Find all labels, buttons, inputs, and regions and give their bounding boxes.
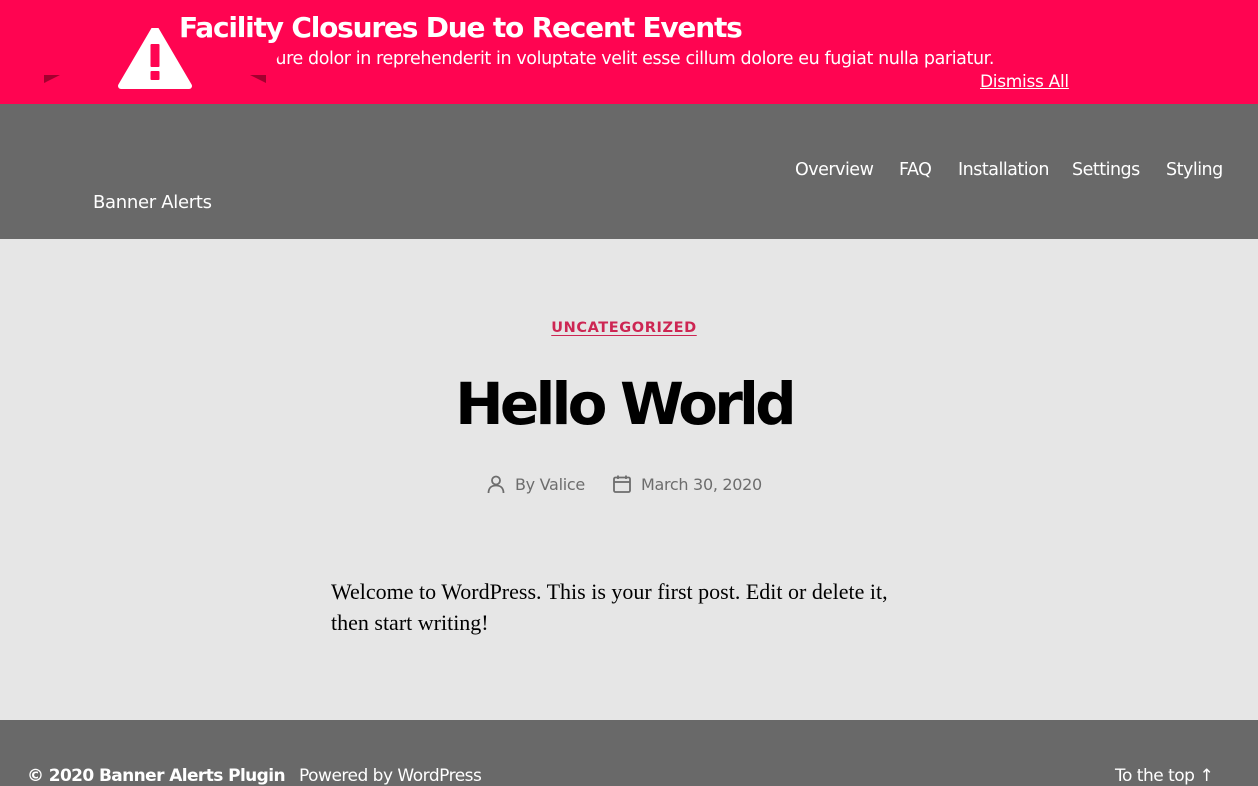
calendar-icon bbox=[613, 475, 631, 493]
post-date-link[interactable]: March 30, 2020 bbox=[641, 475, 762, 494]
post-body: Welcome to WordPress. This is your first… bbox=[331, 579, 888, 635]
nav-item-styling[interactable]: Styling bbox=[1166, 160, 1223, 180]
author-link[interactable]: Valice bbox=[540, 475, 586, 494]
site-header bbox=[0, 104, 1258, 239]
nav-item-faq[interactable]: FAQ bbox=[899, 160, 932, 180]
alert-body: Duis aute irure dolor in reprehenderit i… bbox=[179, 49, 994, 69]
to-top-label: To the top bbox=[1115, 766, 1195, 786]
powered-by-link[interactable]: Powered by WordPress bbox=[299, 766, 482, 786]
author-prefix: By bbox=[515, 475, 535, 494]
dismiss-all-link[interactable]: Dismiss All bbox=[980, 72, 1069, 92]
to-the-top-link[interactable]: To the top ↑ bbox=[1115, 766, 1214, 786]
nav-item-overview[interactable]: Overview bbox=[795, 160, 874, 180]
post-category: UNCATEGORIZED bbox=[0, 320, 1248, 336]
nav-item-installation[interactable]: Installation bbox=[958, 160, 1049, 180]
post-title: Hello World bbox=[455, 370, 796, 438]
post-author: By Valice bbox=[515, 475, 585, 494]
footer-copyright-link[interactable]: © 2020 Banner Alerts Plugin bbox=[27, 766, 286, 786]
arrow-up-icon: ↑ bbox=[1199, 766, 1214, 786]
category-link[interactable]: UNCATEGORIZED bbox=[551, 320, 697, 336]
warning-triangle-ribbon-icon[interactable] bbox=[26, 28, 284, 114]
nav-item-settings[interactable]: Settings bbox=[1072, 160, 1140, 180]
user-icon bbox=[487, 475, 505, 494]
logo-text[interactable]: Banner Alerts bbox=[93, 192, 212, 213]
